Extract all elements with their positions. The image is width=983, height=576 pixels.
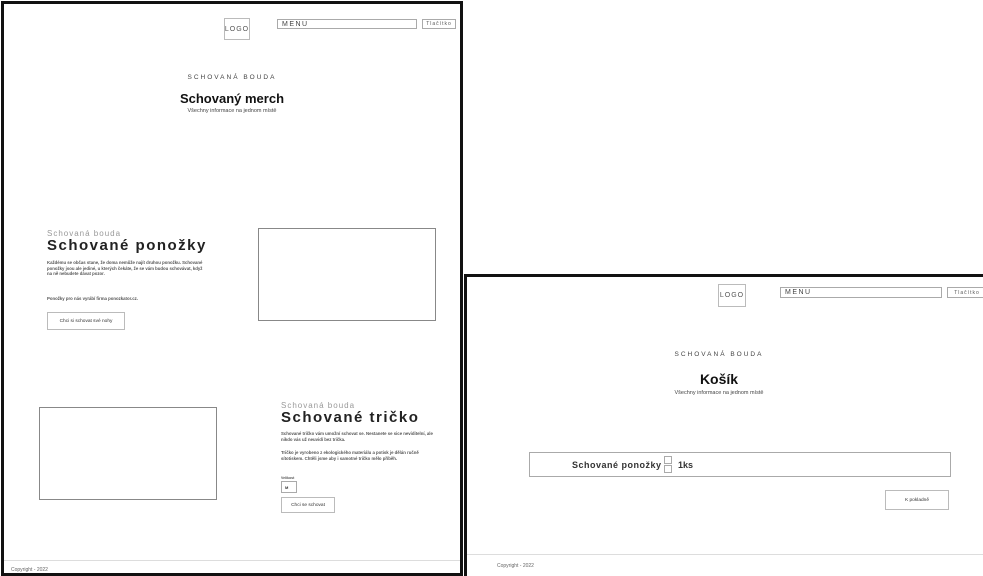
- tshirt-paragraph-1: Schované tričko vám umožní schovat se. N…: [281, 431, 433, 442]
- tshirt-cta-button[interactable]: Chci se schovat: [281, 497, 335, 513]
- brand-eyebrow: SCHOVANÁ BOUDA: [187, 74, 277, 81]
- footer-copyright: Copyright - 2022: [497, 563, 534, 569]
- menu-bar[interactable]: MENU: [780, 287, 942, 298]
- footer-copyright: Copyright - 2022: [11, 567, 48, 573]
- footer-divider: [4, 560, 460, 561]
- footer-divider: [467, 554, 983, 555]
- page-title: Košík: [699, 371, 739, 387]
- size-label: Velikost: [281, 476, 295, 480]
- page-subtitle: Všechny informace na jednom místě: [674, 390, 764, 396]
- quantity-decrease[interactable]: [664, 465, 672, 473]
- brand-eyebrow: SCHOVANÁ BOUDA: [674, 351, 764, 358]
- socks-cta-button[interactable]: Chci si schovat své nohy: [47, 312, 125, 330]
- socks-title: Schované ponožky: [47, 237, 207, 254]
- product-page-frame: LOGO MENU Tlačítko SCHOVANÁ BOUDA Schova…: [1, 1, 463, 576]
- menu-bar[interactable]: MENU: [277, 19, 417, 29]
- cart-item-name: Schované ponožky: [572, 460, 662, 470]
- socks-paragraph-2: Ponožky pro nás vyrábí firma ponozkator.…: [47, 296, 138, 301]
- cart-item-row: Schované ponožky 1ks: [529, 452, 951, 477]
- page-title: Schovaný merch: [179, 91, 285, 106]
- cart-page-frame: LOGO MENU Tlačítko SCHOVANÁ BOUDA Košík …: [464, 274, 983, 576]
- logo[interactable]: LOGO: [718, 284, 746, 307]
- header-button[interactable]: Tlačítko: [422, 19, 456, 29]
- size-select[interactable]: M: [281, 481, 297, 493]
- tshirt-image-placeholder: [39, 407, 217, 500]
- page-subtitle: Všechny informace na jednom místě: [187, 108, 277, 114]
- cart-item-quantity: 1ks: [678, 460, 694, 470]
- tshirt-title: Schované tričko: [281, 409, 420, 426]
- header-button[interactable]: Tlačítko: [947, 287, 983, 298]
- socks-paragraph-1: Každému se občas stane, že doma nemůže n…: [47, 260, 203, 277]
- socks-image-placeholder: [258, 228, 436, 321]
- checkout-button[interactable]: K pokladně: [885, 490, 949, 510]
- tshirt-paragraph-2: Tričko je vyrobeno z ekologického materi…: [281, 450, 419, 461]
- quantity-increase[interactable]: [664, 456, 672, 464]
- logo[interactable]: LOGO: [224, 18, 250, 40]
